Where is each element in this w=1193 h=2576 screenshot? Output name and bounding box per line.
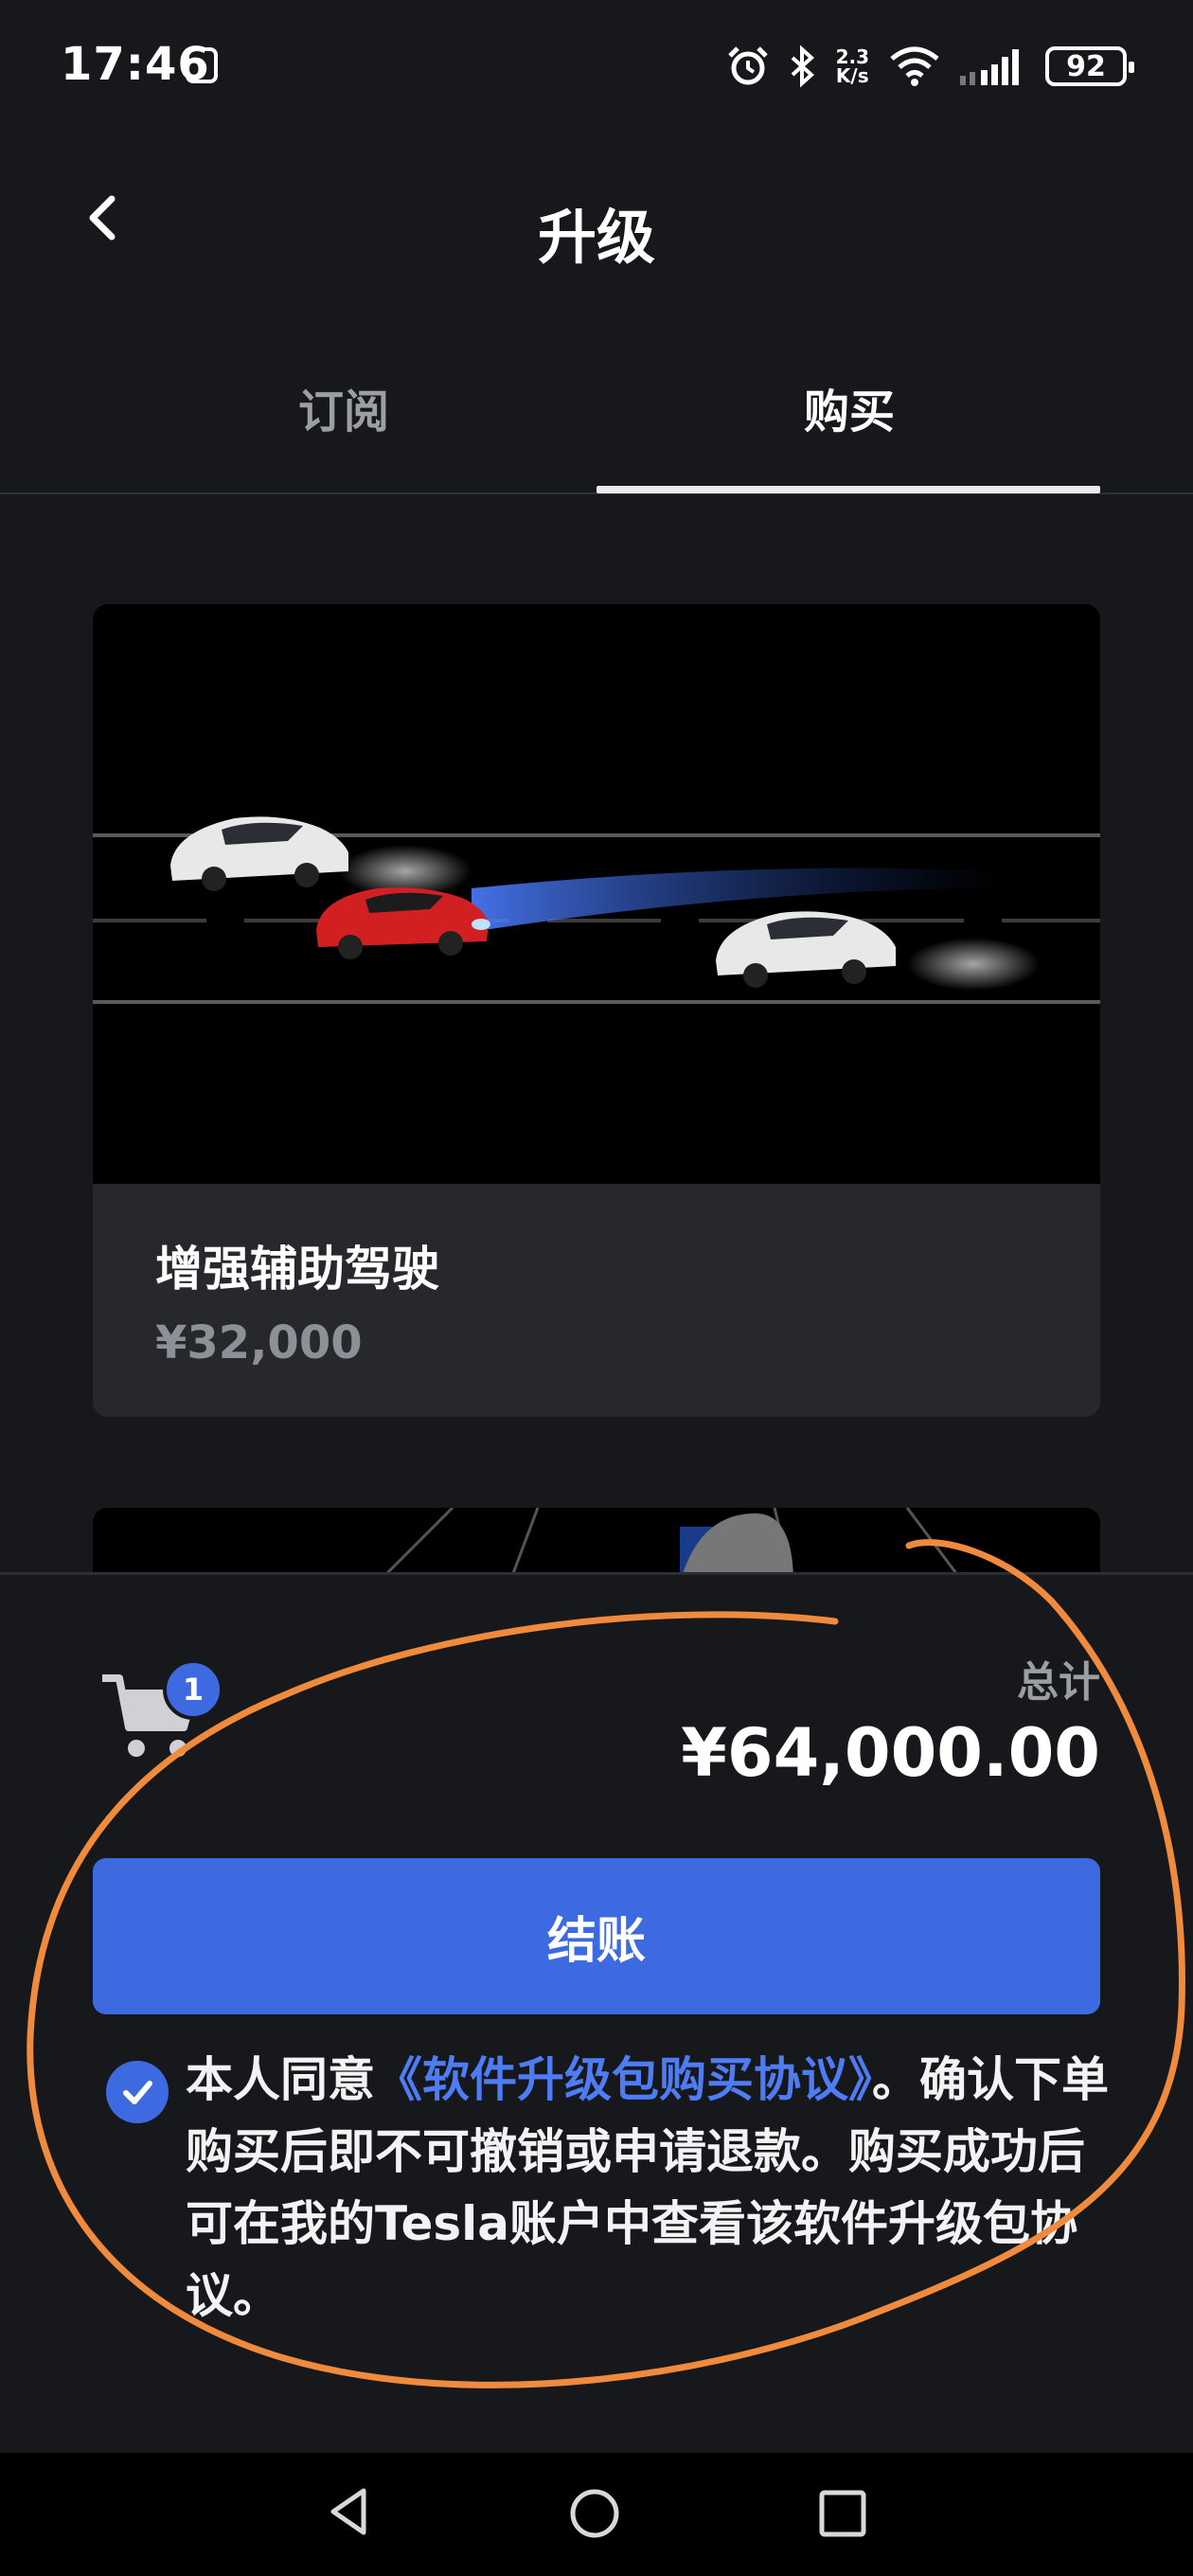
- product-title: 增强辅助驾驶: [155, 1242, 439, 1297]
- cart-badge: 1: [163, 1659, 223, 1720]
- status-icons: 2.3 K/s 92: [726, 38, 1134, 95]
- wifi-icon: [890, 46, 939, 86]
- product-card[interactable]: 增强辅助驾驶 ¥32,000: [93, 604, 1100, 1417]
- network-speed-value: 2.3: [835, 45, 869, 68]
- nav-back-icon[interactable]: [322, 2483, 379, 2540]
- bluetooth-icon: [791, 45, 814, 88]
- agreement-prefix: 本人同意: [186, 2052, 375, 2107]
- product-price: ¥32,000: [155, 1316, 363, 1369]
- total-amount: ¥64,000.00: [681, 1714, 1100, 1792]
- agreement-text: 本人同意《软件升级包购买协议》。确认下单购买后即不可撤销或申请退款。购买成功后可…: [186, 2044, 1113, 2332]
- checkmark-glyph: [123, 2081, 152, 2104]
- signal-icon: [960, 49, 1019, 85]
- product-image: [93, 604, 1100, 1184]
- alarm-icon: [727, 46, 768, 85]
- network-speed: 2.3 K/s: [836, 47, 869, 85]
- total-label: 总计: [1017, 1658, 1100, 1707]
- network-speed-unit: K/s: [835, 64, 869, 87]
- checkout-button[interactable]: 结账: [93, 1858, 1100, 2014]
- nav-home-icon[interactable]: [566, 2485, 623, 2542]
- agreement-link[interactable]: 《软件升级包购买协议》: [375, 2052, 872, 2107]
- battery-icon: 92: [1045, 46, 1134, 86]
- tab-buy[interactable]: 购买: [596, 374, 1102, 440]
- tab-subscribe[interactable]: 订阅: [91, 374, 596, 440]
- check-icon[interactable]: [106, 2061, 169, 2123]
- nfc-icon: [186, 47, 218, 83]
- page-title: 升级: [537, 203, 655, 272]
- tab-active-indicator: [596, 486, 1100, 493]
- nav-recent-icon[interactable]: [816, 2487, 869, 2540]
